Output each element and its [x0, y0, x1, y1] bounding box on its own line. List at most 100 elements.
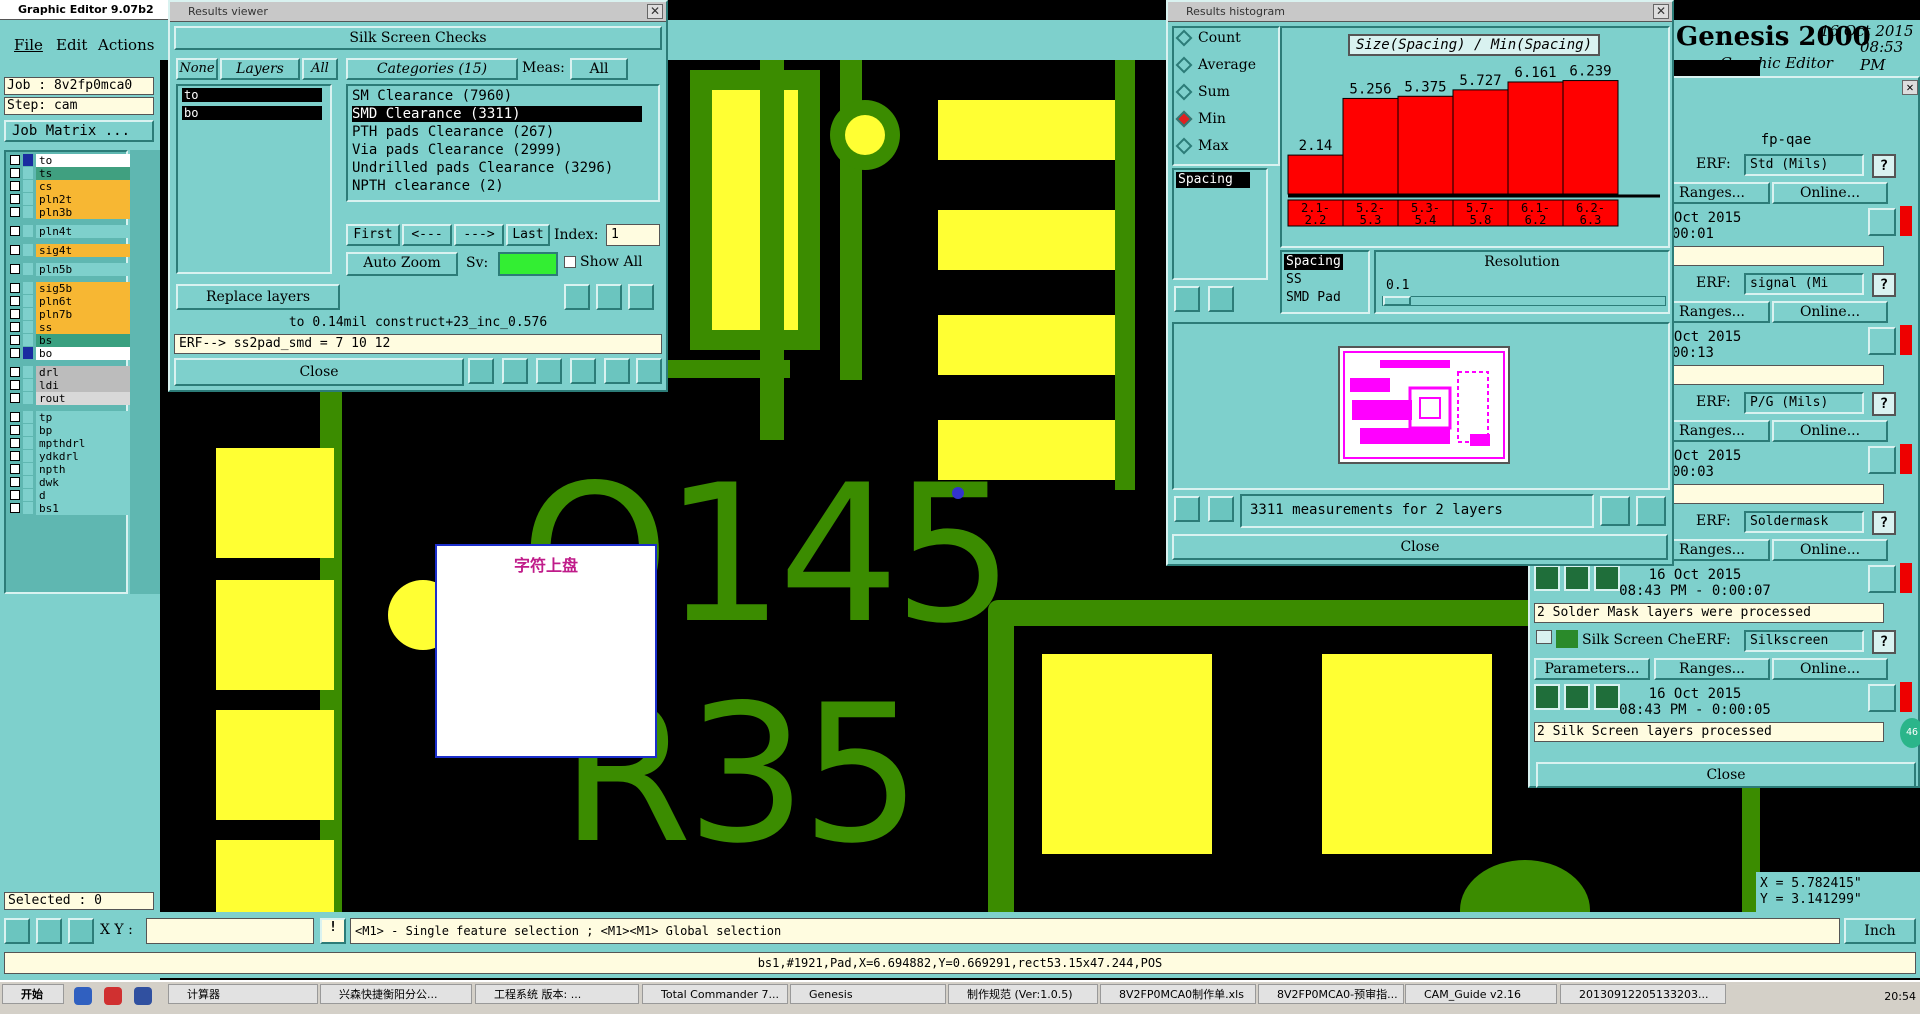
- layer-affected-toggle[interactable]: [23, 225, 33, 237]
- layers-list[interactable]: to bo: [176, 84, 332, 274]
- layer-affected-toggle[interactable]: [23, 308, 33, 320]
- prev-button[interactable]: <---: [402, 224, 452, 246]
- parameters-button[interactable]: Parameters...: [1534, 658, 1650, 680]
- layer-name[interactable]: ts: [36, 167, 130, 180]
- layer-name[interactable]: cs: [36, 180, 130, 193]
- erf-select[interactable]: Silkscreen: [1744, 630, 1864, 652]
- del-icon[interactable]: [1174, 286, 1200, 312]
- layer-name[interactable]: bs1: [36, 502, 130, 515]
- layer-checkbox[interactable]: [10, 367, 20, 377]
- layer-row-bs[interactable]: bs: [8, 334, 130, 347]
- layer-checkbox[interactable]: [10, 155, 20, 165]
- layer-row-pln3b[interactable]: pln3b: [8, 206, 130, 219]
- taskbar-item[interactable]: Total Commander 7...: [642, 984, 788, 1004]
- layer-affected-toggle[interactable]: [23, 502, 33, 514]
- erf-select[interactable]: Std (Mils): [1744, 154, 1864, 176]
- zoom-icon[interactable]: [1868, 208, 1896, 236]
- layer-row-ldi[interactable]: ldi: [8, 379, 130, 392]
- checklist-close-button[interactable]: Close: [1536, 762, 1916, 788]
- online-button[interactable]: Online...: [1772, 658, 1888, 680]
- taskbar-item[interactable]: 计算器: [168, 984, 318, 1004]
- layers-none-button[interactable]: None: [176, 58, 218, 80]
- erf-select[interactable]: signal (Mi: [1744, 273, 1864, 295]
- layer-affected-toggle[interactable]: [23, 424, 33, 436]
- category-item[interactable]: SMD Clearance (3311): [352, 106, 642, 122]
- layer-name[interactable]: bp: [36, 424, 130, 437]
- start-button[interactable]: 开始: [2, 984, 64, 1004]
- taskbar-item[interactable]: 8V2FP0MCA0-预审指...: [1258, 984, 1404, 1004]
- taskbar-item[interactable]: 兴森快捷衡阳分公...: [320, 984, 472, 1004]
- layer-affected-toggle[interactable]: [23, 282, 33, 294]
- quick-launch-icon[interactable]: [104, 987, 122, 1005]
- layer-name[interactable]: bo: [36, 347, 130, 360]
- histogram-icon[interactable]: [636, 358, 662, 384]
- layer-name[interactable]: pln6t: [36, 295, 130, 308]
- layer-checkbox[interactable]: [10, 490, 20, 500]
- layer-row-ts[interactable]: ts: [8, 167, 130, 180]
- report-icon[interactable]: [570, 358, 596, 384]
- category-item[interactable]: Via pads Clearance (2999): [352, 142, 642, 158]
- layer-name[interactable]: mpthdrl: [36, 437, 130, 450]
- del-icon[interactable]: [564, 284, 590, 310]
- help-icon[interactable]: ?: [1872, 511, 1896, 535]
- layer-checkbox[interactable]: [10, 245, 20, 255]
- histogram-close-button[interactable]: Close: [1172, 534, 1668, 560]
- mode-radio-count[interactable]: [1175, 29, 1193, 47]
- layer-row-pln5b[interactable]: pln5b: [8, 263, 130, 276]
- layer-row-bo[interactable]: bo: [8, 347, 130, 360]
- mode-radio-min[interactable]: [1175, 110, 1193, 128]
- category-item[interactable]: NPTH clearance (2): [352, 178, 642, 194]
- histogram-bar[interactable]: [1342, 97, 1399, 195]
- histogram-bar[interactable]: [1562, 80, 1619, 195]
- layer-affected-toggle[interactable]: [23, 263, 33, 275]
- ref-icon[interactable]: [596, 284, 622, 310]
- undo-icon[interactable]: [628, 284, 654, 310]
- online-button[interactable]: Online...: [1772, 182, 1888, 204]
- ref-icon[interactable]: [1208, 286, 1234, 312]
- erf-select[interactable]: P/G (Mils): [1744, 392, 1864, 414]
- zoom-icon[interactable]: [1868, 684, 1896, 712]
- layer-row-tp[interactable]: tp: [8, 411, 130, 424]
- layer-name[interactable]: ldi: [36, 379, 130, 392]
- mode-radio-max[interactable]: [1175, 137, 1193, 155]
- category-item[interactable]: Undrilled pads Clearance (3296): [352, 160, 642, 176]
- delete-record-icon[interactable]: [536, 358, 562, 384]
- layer-item-bo[interactable]: bo: [182, 106, 322, 120]
- layer-row-to[interactable]: to: [8, 154, 130, 167]
- list-icon[interactable]: [604, 358, 630, 384]
- import-icon[interactable]: [1636, 496, 1666, 526]
- taskbar-item[interactable]: CAM_Guide v2.16: [1405, 984, 1557, 1004]
- layer-affected-toggle[interactable]: [23, 321, 33, 333]
- layer-checkbox[interactable]: [10, 264, 20, 274]
- job-matrix-button[interactable]: Job Matrix ...: [4, 120, 154, 142]
- info-icon[interactable]: !: [320, 918, 346, 944]
- layer-name[interactable]: pln4t: [36, 225, 130, 238]
- zoom-icon[interactable]: [1868, 446, 1896, 474]
- xy-input[interactable]: [146, 918, 314, 944]
- taskbar-item[interactable]: 工程系统 版本: ...: [475, 984, 639, 1004]
- mode-radio-sum[interactable]: [1175, 83, 1193, 101]
- spacing-list[interactable]: Spacing: [1172, 168, 1268, 280]
- layer-affected-toggle[interactable]: [23, 154, 33, 166]
- layer-row-ss[interactable]: ss: [8, 321, 130, 334]
- layer-affected-toggle[interactable]: [23, 206, 33, 218]
- layer-row-cs[interactable]: cs: [8, 180, 130, 193]
- layer-name[interactable]: bs: [36, 334, 130, 347]
- del-icon[interactable]: [1174, 496, 1200, 522]
- online-button[interactable]: Online...: [1772, 420, 1888, 442]
- layer-row-dwk[interactable]: dwk: [8, 476, 130, 489]
- layer-row-bs1[interactable]: bs1: [8, 502, 130, 515]
- layer-row-mpthdrl[interactable]: mpthdrl: [8, 437, 130, 450]
- layer-affected-toggle[interactable]: [23, 450, 33, 462]
- layer-checkbox[interactable]: [10, 412, 20, 422]
- histogram-bar[interactable]: [1452, 89, 1509, 195]
- viewer-close-button[interactable]: Close: [174, 358, 464, 386]
- layer-checkbox[interactable]: [10, 451, 20, 461]
- close-icon[interactable]: ✕: [1902, 80, 1918, 95]
- layer-affected-toggle[interactable]: [23, 463, 33, 475]
- layer-affected-toggle[interactable]: [23, 180, 33, 192]
- layer-name[interactable]: sig4t: [36, 244, 130, 257]
- layer-name[interactable]: dwk: [36, 476, 130, 489]
- menu-actions[interactable]: Actions: [98, 36, 154, 54]
- layer-name[interactable]: pln5b: [36, 263, 130, 276]
